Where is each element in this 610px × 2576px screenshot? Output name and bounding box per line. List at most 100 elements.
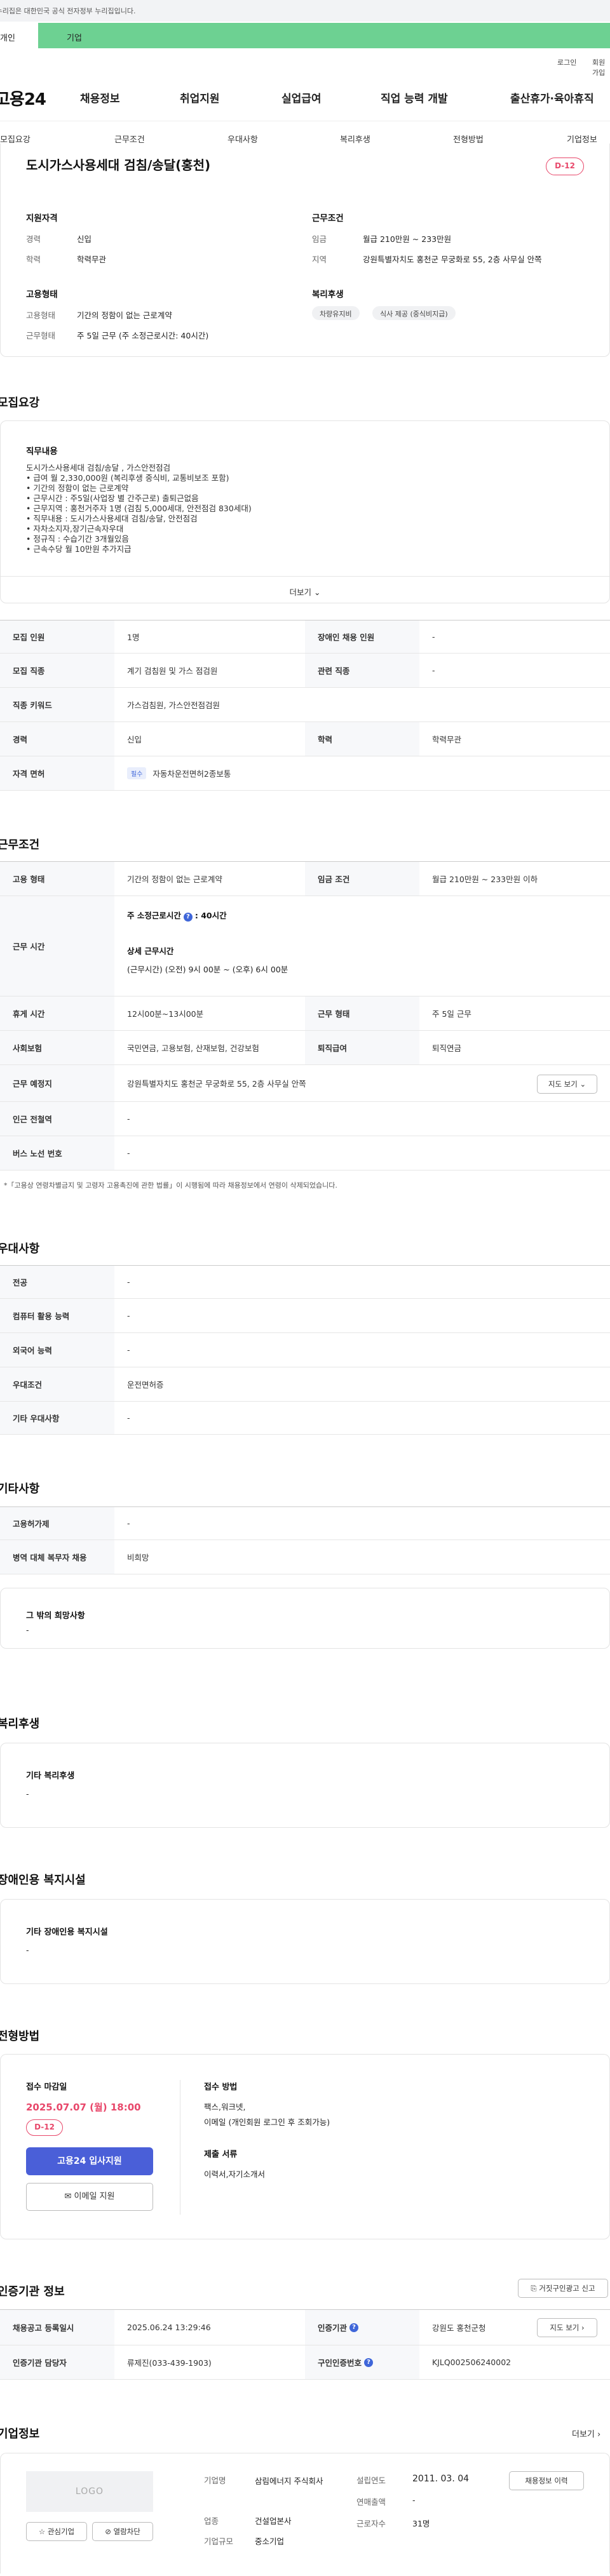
welfare-card: 기타 복리후생 - [0, 1743, 610, 1828]
military-value: 비희망 [127, 1553, 149, 1562]
email-apply-button[interactable]: ✉ 이메일 지원 [26, 2183, 153, 2211]
founded-value: 2011. 03. 04 [412, 2474, 470, 2484]
disabled-value: - [432, 632, 435, 641]
place-label: 근무 예정지 [0, 1065, 114, 1101]
major-label: 전공 [0, 1266, 114, 1298]
career-label: 경력 [0, 722, 114, 756]
required-badge: 필수 [127, 767, 147, 779]
job-summary-card: 도시가스사용세대 검침/송달(홍천) D-12 지원자격 경력 신입 학력 학력… [0, 144, 610, 357]
section-title-cert: 인증기관 정보 [0, 2285, 65, 2298]
work-table: 고용 형태 기간의 정함이 없는 근로계약 임금 조건 월급 210만원 ~ 2… [0, 861, 610, 1172]
founded-label: 설립연도 [356, 2476, 386, 2485]
site-logo[interactable]: 고용24 [0, 86, 46, 110]
gov-banner: 이 누리집은 대한민국 공식 전자정부 누리집입니다. [0, 0, 610, 22]
report-button[interactable]: ⎘ 거짓구인광고 신고 [518, 2279, 608, 2298]
related-value: - [432, 666, 435, 675]
cert-map-button[interactable]: 지도 보기 › [537, 2318, 597, 2337]
signup-link[interactable]: 회원가입 [592, 57, 610, 77]
major-value: - [127, 1277, 130, 1287]
more-button[interactable]: 더보기 ⌄ [1, 576, 609, 604]
duty-title: 직무내용 [26, 446, 58, 457]
mail-icon: ✉ [64, 2192, 72, 2201]
cert-no-value: KJLQ002506240002 [432, 2358, 512, 2367]
chevron-down-icon: ⌄ [314, 587, 321, 597]
section-title-company: 기업정보 [0, 2427, 40, 2441]
scale-value: 중소기업 [255, 2537, 285, 2546]
gnb-item-training[interactable]: 직업 능력 개발 [381, 90, 448, 105]
job-history-button[interactable]: 채용정보 이력 [509, 2471, 584, 2490]
chevron-down-icon: ⌄ [580, 1080, 586, 1089]
welfare-chip: 차량유지비 [312, 306, 360, 320]
pref-etc-value: - [127, 1413, 130, 1423]
apply-button[interactable]: 고용24 입사지원 [26, 2147, 153, 2175]
sales-label: 연매출액 [356, 2497, 386, 2507]
method-value-1: 팩스,워크넷, [204, 2102, 246, 2112]
help-icon[interactable]: ? [349, 2323, 359, 2332]
insure-label: 사회보험 [0, 1031, 114, 1064]
weekly-value: : 40시간 [194, 911, 227, 920]
weekly-label: 주 소정근로시간 [127, 911, 181, 920]
welfare-chip: 식사 제공 (중식비지급) [372, 306, 456, 320]
sales-value: - [412, 2495, 416, 2505]
insure-value: 국민연금, 고용보험, 산재보험, 건강보험 [127, 1043, 259, 1053]
facility-card: 기타 장애인용 복지시설 - [0, 1899, 610, 1984]
section-title-pref: 우대사항 [0, 1242, 40, 1256]
table-row: 고용허가제 - [0, 1507, 610, 1540]
help-icon[interactable]: ? [183, 913, 193, 922]
table-row: 사회보험 국민연금, 고용보험, 산재보험, 건강보험 퇴직급여 퇴직연금 [0, 1031, 610, 1065]
org-label: 인증기관? [305, 2310, 419, 2345]
pref-etc-label: 기타 우대사항 [0, 1402, 114, 1434]
pref-cond-value: 운전면허증 [127, 1380, 164, 1390]
map-button[interactable]: 지도 보기 ⌄ [537, 1075, 597, 1094]
org-value: 강원도 홍천군청 [432, 2323, 486, 2333]
login-link[interactable]: 로그인 [557, 57, 576, 67]
bus-label: 버스 노선 번호 [0, 1136, 114, 1170]
other-hope-value: - [26, 1625, 29, 1635]
job-label: 모집 직종 [0, 654, 114, 687]
company-card: LOGO ☆ 관심기업 ⊘ 열람차단 기업명 삼림에너지 주식회사 업종 건설업… [0, 2453, 610, 2573]
other-hope-title: 그 밖의 희망사항 [26, 1611, 85, 1621]
keyword-label: 직종 키워드 [0, 688, 114, 721]
welfare-etc-value: - [26, 1789, 29, 1799]
block-icon: ⊘ [105, 2527, 111, 2536]
form-label: 근무 형태 [305, 996, 419, 1030]
section-title-work: 근무조건 [0, 838, 40, 852]
detail-label: 상세 근무시간 [127, 946, 174, 956]
gnb-item-jobs[interactable]: 채용정보 [80, 90, 120, 105]
favorite-button[interactable]: ☆ 관심기업 [26, 2522, 87, 2541]
tab-company[interactable]: 기업 [38, 23, 610, 48]
gnb-item-benefit[interactable]: 실업급여 [281, 90, 322, 105]
tab-personal[interactable]: 개인 [0, 23, 38, 48]
section-title-welfare: 복리후생 [0, 1717, 40, 1731]
recruit-table: 모집 인원 1명 장애인 채용 인원 - 모집 직종 계기 검침원 및 가스 점… [0, 620, 610, 791]
method-value-2: 이메일 (개인회원 로그인 후 조회가능) [204, 2117, 330, 2127]
count-value: 1명 [127, 633, 140, 642]
career-value: 신입 [77, 234, 92, 244]
company-more-link[interactable]: 더보기 › [572, 2427, 600, 2439]
company-name-label: 기업명 [204, 2476, 226, 2485]
chevron-right-icon: › [581, 2323, 585, 2332]
gnb-item-support[interactable]: 취업지원 [180, 90, 220, 105]
cert-no-label: 구인인증번호? [305, 2345, 419, 2379]
table-row: 버스 노선 번호 - [0, 1136, 610, 1171]
dday-badge: D-12 [546, 158, 584, 175]
table-row: 자격 면허 필수 자동차운전면허2종보통 [0, 756, 610, 791]
pc-label: 컴퓨터 활용 능력 [0, 1299, 114, 1332]
reg-label: 채용공고 등록일시 [0, 2310, 114, 2345]
emp-permit-label: 고용허가제 [0, 1507, 114, 1540]
gov-banner-text: 이 누리집은 대한민국 공식 전자정부 누리집입니다. [0, 7, 136, 15]
duty-line: • 근무지역 : 홍천거주자 1명 (검침 5,000세대, 안전점검 830세… [26, 504, 252, 513]
help-icon[interactable]: ? [364, 2358, 374, 2367]
career-label: 경력 [26, 234, 41, 244]
chevron-right-icon: › [597, 2430, 601, 2439]
detail-value: (근무시간) (오전) 9시 00분 ~ (오후) 6시 00분 [127, 965, 288, 974]
industry-value: 건설업본사 [255, 2516, 292, 2526]
time-cell: 주 소정근로시간? : 40시간 상세 근무시간 (근무시간) (오전) 9시 … [127, 909, 288, 975]
block-button[interactable]: ⊘ 열람차단 [92, 2522, 153, 2541]
license-cell: 필수 자동차운전면허2종보통 [114, 756, 610, 790]
mgr-label: 인증기관 담당자 [0, 2345, 114, 2379]
place-value: 강원특별자치도 홍천군 무궁화로 55, 2층 사무실 안쪽 [127, 1079, 306, 1089]
duty-line: • 근무시간 : 주5일(사업장 별 간주근로) 출퇴근없음 [26, 493, 199, 503]
table-row: 경력 신입 학력 학력무관 [0, 722, 610, 756]
gnb-item-leave[interactable]: 출산휴가·육아휴직 [510, 90, 594, 105]
